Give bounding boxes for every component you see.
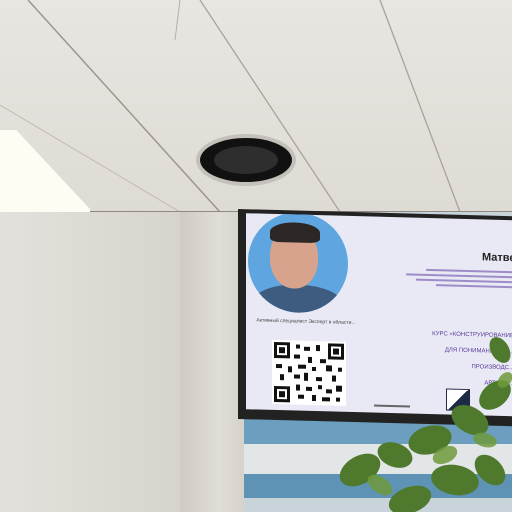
wall-pillar xyxy=(180,212,244,512)
tv-monitor: Матвей Активный специалист Эксперт в обл… xyxy=(238,209,512,427)
photo-caption: Активный специалист Эксперт в области... xyxy=(256,317,356,327)
downlight-lens xyxy=(214,146,278,174)
speaker-name: Матвей xyxy=(482,251,512,265)
course-line-3: ПРОИЗВОДС... xyxy=(471,364,512,372)
sponsor-logo xyxy=(374,382,410,408)
qr-code xyxy=(272,339,346,406)
course-line-2: ДЛЯ ПОНИМАНИЯ СО... xyxy=(444,347,512,356)
course-line-1: КУРС «КОНСТРУИРОВАНИЕ xyxy=(432,331,512,340)
wall-stripe-white xyxy=(244,444,512,474)
tv-screen: Матвей Активный специалист Эксперт в обл… xyxy=(246,213,512,417)
speaker-photo xyxy=(248,213,348,314)
left-wall xyxy=(0,212,180,512)
organizer-logo xyxy=(446,388,470,412)
wall-stripe-blue-lower xyxy=(244,474,512,498)
photo-hair xyxy=(270,221,320,244)
speaker-bio-lines xyxy=(396,265,512,289)
